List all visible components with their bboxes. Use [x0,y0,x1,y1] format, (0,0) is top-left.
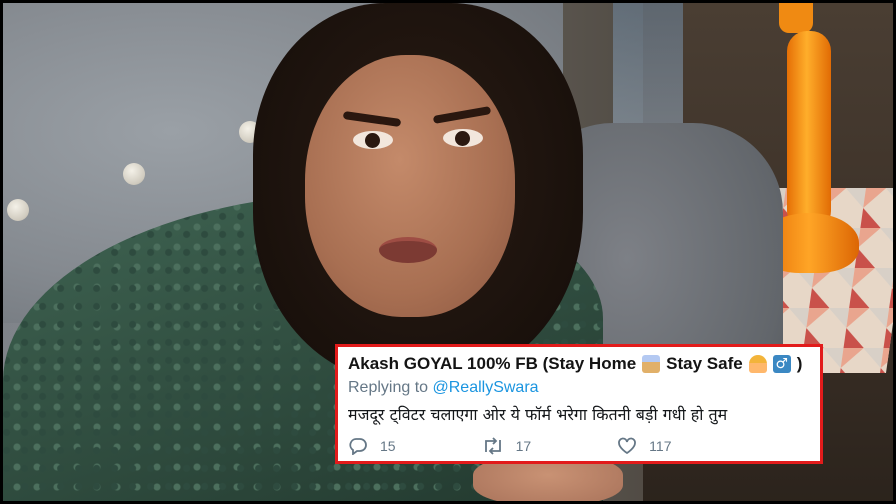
tweet-card: Akash GOYAL 100% FB (Stay Home Stay Safe… [335,344,823,464]
tweet-author-name-text-2: Stay Safe [666,354,743,373]
tweet-author-name: Akash GOYAL 100% FB (Stay Home Stay Safe… [348,353,810,375]
lamp-top [779,3,813,33]
sofa-button [123,163,145,185]
left-eye [353,131,393,149]
like-button[interactable]: 117 [617,437,671,455]
tweet-actions: 15 17 117 [348,437,810,455]
like-count: 117 [649,438,672,454]
replying-to-label: Replying to [348,379,429,396]
retweet-count: 17 [515,438,532,454]
raising-hand-icon [748,355,767,373]
reply-handle-link[interactable]: @ReallySwara [433,379,539,396]
house-icon [642,355,661,373]
reply-button[interactable]: 15 [348,437,396,455]
mouth [379,237,437,263]
replying-to: Replying to @ReallySwara [348,379,810,399]
photo-frame: Akash GOYAL 100% FB (Stay Home Stay Safe… [0,0,896,504]
tweet-text: मजदूर ट्विटर चलाएगा ओर ये फॉर्म भरेगा कि… [348,405,728,424]
male-sign-icon: ♂ [772,355,791,373]
face [305,55,515,317]
right-eye [443,129,483,147]
retweet-icon [484,437,501,455]
retweet-button[interactable]: 17 [482,437,532,455]
reply-icon [349,438,367,455]
sofa-button [7,199,29,221]
like-icon [618,437,637,455]
reply-count: 15 [380,438,396,454]
tweet-author-name-close: ) [796,354,803,373]
tweet-author-name-text: Akash GOYAL 100% FB (Stay Home [348,354,637,373]
orange-lamp [787,31,831,231]
